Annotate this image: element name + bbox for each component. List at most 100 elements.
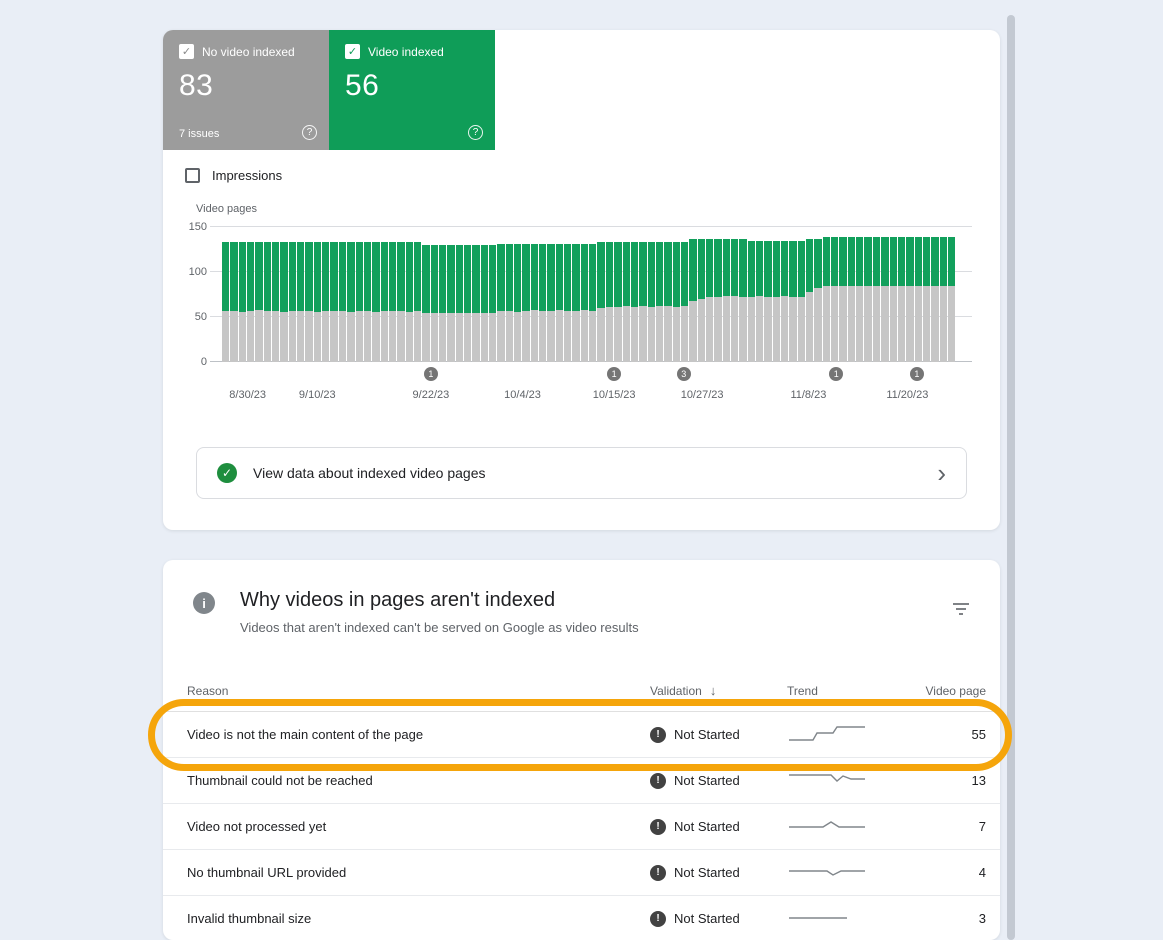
chart-bar[interactable] [280, 242, 287, 362]
chart-bar[interactable] [589, 244, 596, 362]
impressions-toggle[interactable]: Impressions [185, 168, 282, 183]
table-row[interactable]: Video not processed yet!Not Started7 [163, 804, 1000, 850]
chart-bar[interactable] [489, 245, 496, 362]
chart-bar[interactable] [948, 237, 955, 362]
not-indexed-tile[interactable]: ✓ No video indexed 83 7 issues ? [163, 30, 329, 150]
table-row[interactable]: Invalid thumbnail size!Not Started3 [163, 896, 1000, 940]
chart-bar[interactable] [264, 242, 271, 362]
chart-bar[interactable] [247, 242, 254, 362]
scrollbar-thumb[interactable] [1007, 15, 1015, 940]
table-row[interactable]: Video is not the main content of the pag… [163, 712, 1000, 758]
table-row[interactable]: No thumbnail URL provided!Not Started4 [163, 850, 1000, 896]
chart-bar[interactable] [639, 242, 646, 362]
chart-bar[interactable] [481, 245, 488, 362]
column-video-page[interactable]: Video page [907, 684, 986, 698]
chart-bar[interactable] [581, 244, 588, 362]
chart-bar[interactable] [623, 242, 630, 362]
chart-bar[interactable] [372, 242, 379, 362]
chart-bar[interactable] [439, 245, 446, 362]
chart-bar[interactable] [431, 245, 438, 362]
chart-plot[interactable] [222, 227, 955, 362]
chart-bar[interactable] [864, 237, 871, 362]
chart-bar[interactable] [689, 239, 696, 362]
chart-bar[interactable] [906, 237, 913, 362]
chart-bar[interactable] [572, 244, 579, 362]
chart-bar[interactable] [681, 242, 688, 362]
column-trend[interactable]: Trend [787, 684, 907, 698]
help-icon[interactable]: ? [302, 125, 317, 140]
chart-bar[interactable] [422, 245, 429, 362]
chart-bar[interactable] [539, 244, 546, 362]
help-icon[interactable]: ? [468, 125, 483, 140]
chart-bar[interactable] [414, 242, 421, 362]
chart-bar[interactable] [314, 242, 321, 362]
chart-bar[interactable] [723, 239, 730, 362]
chart-bar[interactable] [648, 242, 655, 362]
view-data-button[interactable]: ✓ View data about indexed video pages › [196, 447, 967, 499]
chart-bar[interactable] [556, 244, 563, 362]
chart-bar[interactable] [890, 237, 897, 362]
chart-bar[interactable] [915, 237, 922, 362]
video-indexed-checkbox[interactable]: ✓ [345, 44, 360, 59]
chart-bar[interactable] [272, 242, 279, 362]
annotation-marker[interactable]: 1 [424, 367, 438, 381]
chart-bar[interactable] [731, 239, 738, 362]
chart-bar[interactable] [931, 237, 938, 362]
chart-bar[interactable] [823, 237, 830, 362]
annotation-marker[interactable]: 3 [677, 367, 691, 381]
chart-bar[interactable] [698, 239, 705, 362]
chart-bar[interactable] [848, 237, 855, 362]
chart-bar[interactable] [923, 237, 930, 362]
chart-bar[interactable] [397, 242, 404, 362]
chart-bar[interactable] [239, 242, 246, 362]
chart-bar[interactable] [806, 239, 813, 362]
chart-bar[interactable] [748, 241, 755, 362]
chart-bar[interactable] [514, 244, 521, 362]
chart-bar[interactable] [364, 242, 371, 362]
chart-bar[interactable] [406, 242, 413, 362]
chart-bar[interactable] [347, 242, 354, 362]
chart-bar[interactable] [456, 245, 463, 362]
chart-bar[interactable] [230, 242, 237, 362]
not-indexed-checkbox[interactable]: ✓ [179, 44, 194, 59]
chart-bar[interactable] [789, 241, 796, 362]
chart-bar[interactable] [673, 242, 680, 362]
chart-bar[interactable] [222, 242, 229, 362]
chart-bar[interactable] [656, 242, 663, 362]
column-reason[interactable]: Reason [187, 684, 650, 698]
chart-bar[interactable] [706, 239, 713, 362]
chart-bar[interactable] [714, 239, 721, 362]
chart-bar[interactable] [356, 242, 363, 362]
chart-bar[interactable] [497, 244, 504, 362]
chart-bar[interactable] [522, 244, 529, 362]
chart-bar[interactable] [289, 242, 296, 362]
chart-bar[interactable] [297, 242, 304, 362]
chart-bar[interactable] [381, 242, 388, 362]
chart-bar[interactable] [631, 242, 638, 362]
filter-icon[interactable] [952, 602, 970, 621]
annotation-marker[interactable]: 1 [607, 367, 621, 381]
chart-bar[interactable] [940, 237, 947, 362]
chart-bar[interactable] [255, 242, 262, 362]
chart-bar[interactable] [664, 242, 671, 362]
chart-bar[interactable] [856, 237, 863, 362]
chart-bar[interactable] [756, 241, 763, 362]
chart-bar[interactable] [798, 241, 805, 362]
chart-bar[interactable] [739, 239, 746, 362]
chart-bar[interactable] [464, 245, 471, 362]
chart-bar[interactable] [322, 242, 329, 362]
chart-bar[interactable] [764, 241, 771, 362]
chart-bar[interactable] [606, 242, 613, 362]
annotation-marker[interactable]: 1 [910, 367, 924, 381]
chart-bar[interactable] [898, 237, 905, 362]
chart-bar[interactable] [814, 239, 821, 362]
impressions-checkbox[interactable] [185, 168, 200, 183]
chart-bar[interactable] [389, 242, 396, 362]
chart-bar[interactable] [773, 241, 780, 362]
annotation-marker[interactable]: 1 [829, 367, 843, 381]
chart-bar[interactable] [339, 242, 346, 362]
indexed-tile[interactable]: ✓ Video indexed 56 ? [329, 30, 495, 150]
chart-bar[interactable] [781, 241, 788, 362]
chart-bar[interactable] [305, 242, 312, 362]
chart-bar[interactable] [881, 237, 888, 362]
